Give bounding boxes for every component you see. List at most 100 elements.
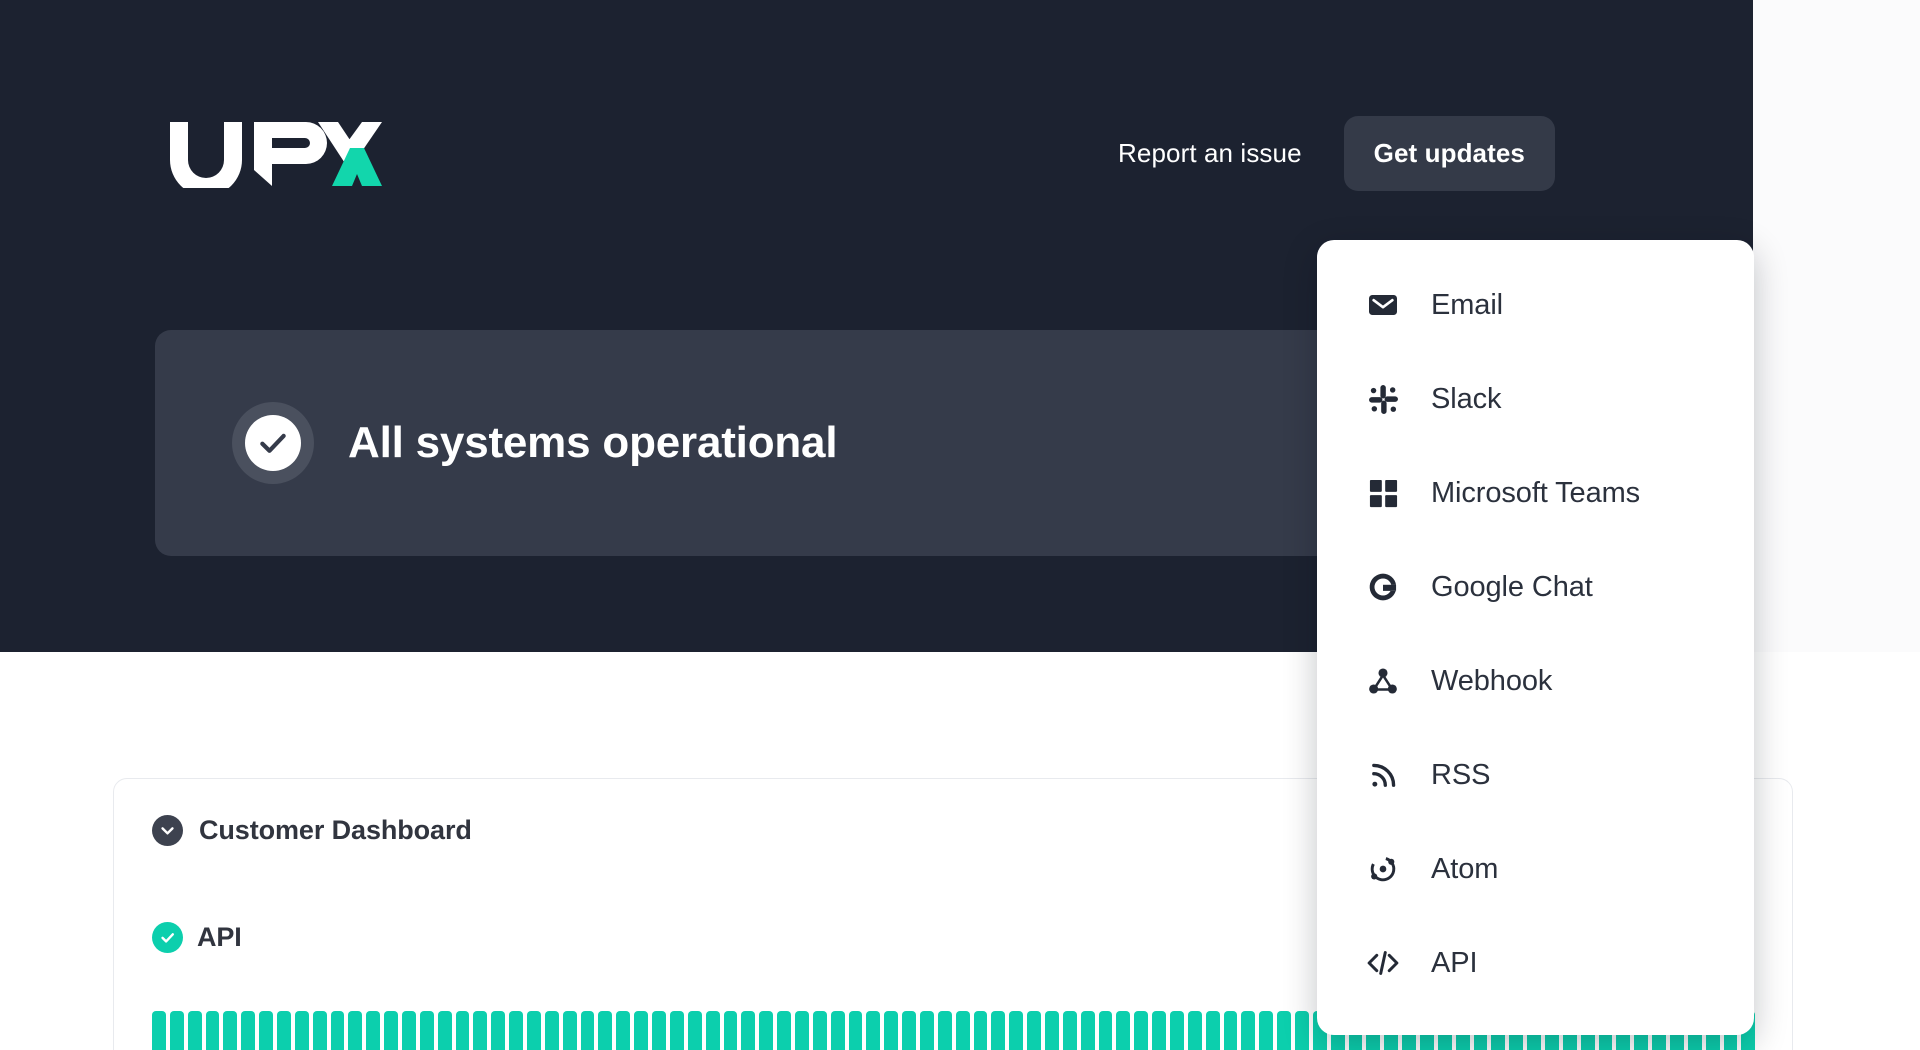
rss-icon (1365, 757, 1401, 793)
report-an-issue-link[interactable]: Report an issue (1114, 128, 1306, 179)
uptime-bar-segment[interactable] (330, 1011, 345, 1050)
uptime-bar-segment[interactable] (455, 1011, 470, 1050)
uptime-bar-segment[interactable] (955, 1011, 970, 1050)
slack-icon (1365, 381, 1401, 417)
uptime-bar-segment[interactable] (991, 1011, 1006, 1050)
uptime-bar-segment[interactable] (1259, 1011, 1274, 1050)
uptime-bar-segment[interactable] (527, 1011, 541, 1050)
uptime-bar-segment[interactable] (902, 1011, 916, 1050)
uptime-bar-segment[interactable] (830, 1011, 845, 1050)
uptime-bar-segment[interactable] (205, 1011, 220, 1050)
uptime-bar-segment[interactable] (241, 1011, 256, 1050)
uptime-bar-segment[interactable] (759, 1011, 774, 1050)
uptime-bar-segment[interactable] (562, 1011, 577, 1050)
uptime-bar-segment[interactable] (419, 1011, 434, 1050)
uptime-bar-segment[interactable] (1187, 1011, 1202, 1050)
uptime-bar-segment[interactable] (402, 1011, 416, 1050)
uptime-bar-segment[interactable] (348, 1011, 363, 1050)
subscribe-menu-item-slack[interactable]: Slack (1317, 352, 1754, 446)
uptime-bar-segment[interactable] (705, 1011, 720, 1050)
uptime-bar-segment[interactable] (1205, 1011, 1220, 1050)
uptime-bar-segment[interactable] (580, 1011, 595, 1050)
uptime-bar-segment[interactable] (1080, 1011, 1095, 1050)
uptime-bar-segment[interactable] (669, 1011, 684, 1050)
uptime-bar-segment[interactable] (384, 1011, 399, 1050)
uptime-bar-segment[interactable] (866, 1011, 881, 1050)
get-updates-button[interactable]: Get updates (1343, 116, 1555, 191)
uptime-bar-segment[interactable] (919, 1011, 934, 1050)
subscribe-menu-item-microsoft-teams[interactable]: Microsoft Teams (1317, 446, 1754, 540)
service-name: API (197, 922, 242, 952)
subscribe-menu-item-label: API (1431, 946, 1478, 979)
subscribe-menu-item-email[interactable]: Email (1317, 258, 1754, 352)
service-status-check-icon (152, 922, 183, 953)
uptime-bar-segment[interactable] (491, 1011, 506, 1050)
uptime-bar-segment[interactable] (544, 1011, 559, 1050)
code-brackets-icon (1365, 945, 1401, 981)
uptime-bar-segment[interactable] (741, 1011, 756, 1050)
envelope-icon (1365, 287, 1401, 323)
uptime-bar-segment[interactable] (634, 1011, 649, 1050)
uptime-bar-segment[interactable] (723, 1011, 738, 1050)
microsoft-teams-icon (1365, 475, 1401, 511)
uptime-bar-segment[interactable] (277, 1011, 291, 1050)
uptime-bar-segment[interactable] (509, 1011, 524, 1050)
uptime-bar-segment[interactable] (794, 1011, 809, 1050)
uptime-bar-segment[interactable] (1098, 1011, 1113, 1050)
uptime-bar-segment[interactable] (294, 1011, 309, 1050)
service-group-name: Customer Dashboard (199, 815, 472, 845)
uptime-bar-segment[interactable] (1134, 1011, 1149, 1050)
uptime-bar-segment[interactable] (366, 1011, 381, 1050)
uptime-bar-segment[interactable] (1116, 1011, 1131, 1050)
uptime-bar-segment[interactable] (812, 1011, 827, 1050)
subscribe-menu-item-label: Webhook (1431, 664, 1553, 697)
uptime-bar-segment[interactable] (937, 1011, 952, 1050)
uptime-bar-segment[interactable] (777, 1011, 791, 1050)
subscribe-menu-item-api[interactable]: API (1317, 916, 1754, 1010)
uptime-bar-segment[interactable] (1277, 1011, 1291, 1050)
uptime-bar-segment[interactable] (223, 1011, 238, 1050)
upx-logo[interactable] (166, 120, 382, 196)
uptime-bar-segment[interactable] (973, 1011, 988, 1050)
subscribe-menu-item-label: Atom (1431, 852, 1499, 885)
subscribe-menu-item-rss[interactable]: RSS (1317, 728, 1754, 822)
uptime-bar-segment[interactable] (1009, 1011, 1024, 1050)
header-nav: Report an issue Get updates (1114, 116, 1753, 191)
atom-icon (1365, 851, 1401, 887)
uptime-bar-segment[interactable] (1169, 1011, 1184, 1050)
uptime-bar-segment[interactable] (884, 1011, 899, 1050)
uptime-bar-segment[interactable] (687, 1011, 702, 1050)
uptime-bar-segment[interactable] (1062, 1011, 1077, 1050)
subscribe-menu-item-google-chat[interactable]: Google Chat (1317, 540, 1754, 634)
uptime-bar-segment[interactable] (1241, 1011, 1256, 1050)
uptime-bar-segment[interactable] (1152, 1011, 1166, 1050)
uptime-bar-segment[interactable] (187, 1011, 202, 1050)
uptime-bar-segment[interactable] (169, 1011, 184, 1050)
google-chat-icon (1365, 569, 1401, 605)
chevron-down-circle-icon[interactable] (152, 815, 183, 846)
uptime-bar-segment[interactable] (1044, 1011, 1059, 1050)
status-badge (232, 402, 314, 484)
uptime-bar-segment[interactable] (616, 1011, 631, 1050)
page-header: Report an issue Get updates (0, 0, 1753, 250)
subscribe-menu-item-label: Google Chat (1431, 570, 1593, 603)
uptime-bar-segment[interactable] (312, 1011, 327, 1050)
uptime-bar-segment[interactable] (259, 1011, 274, 1050)
hero-right-gutter (1753, 0, 1920, 652)
subscribe-menu-item-label: Slack (1431, 382, 1502, 415)
status-page: Report an issue Get updates All systems … (0, 0, 1920, 1050)
uptime-bar-segment[interactable] (152, 1011, 166, 1050)
subscribe-menu-item-label: Microsoft Teams (1431, 476, 1641, 509)
uptime-bar-segment[interactable] (598, 1011, 613, 1050)
uptime-bar-segment[interactable] (652, 1011, 666, 1050)
subscribe-menu-item-atom[interactable]: Atom (1317, 822, 1754, 916)
uptime-bar-segment[interactable] (437, 1011, 452, 1050)
subscribe-menu-item-webhook[interactable]: Webhook (1317, 634, 1754, 728)
uptime-bar-segment[interactable] (473, 1011, 488, 1050)
subscribe-menu-item-label: RSS (1431, 758, 1491, 791)
uptime-bar-segment[interactable] (848, 1011, 863, 1050)
uptime-bar-segment[interactable] (1027, 1011, 1041, 1050)
uptime-bar-segment[interactable] (1295, 1011, 1309, 1050)
status-message: All systems operational (348, 418, 838, 467)
uptime-bar-segment[interactable] (1223, 1011, 1238, 1050)
